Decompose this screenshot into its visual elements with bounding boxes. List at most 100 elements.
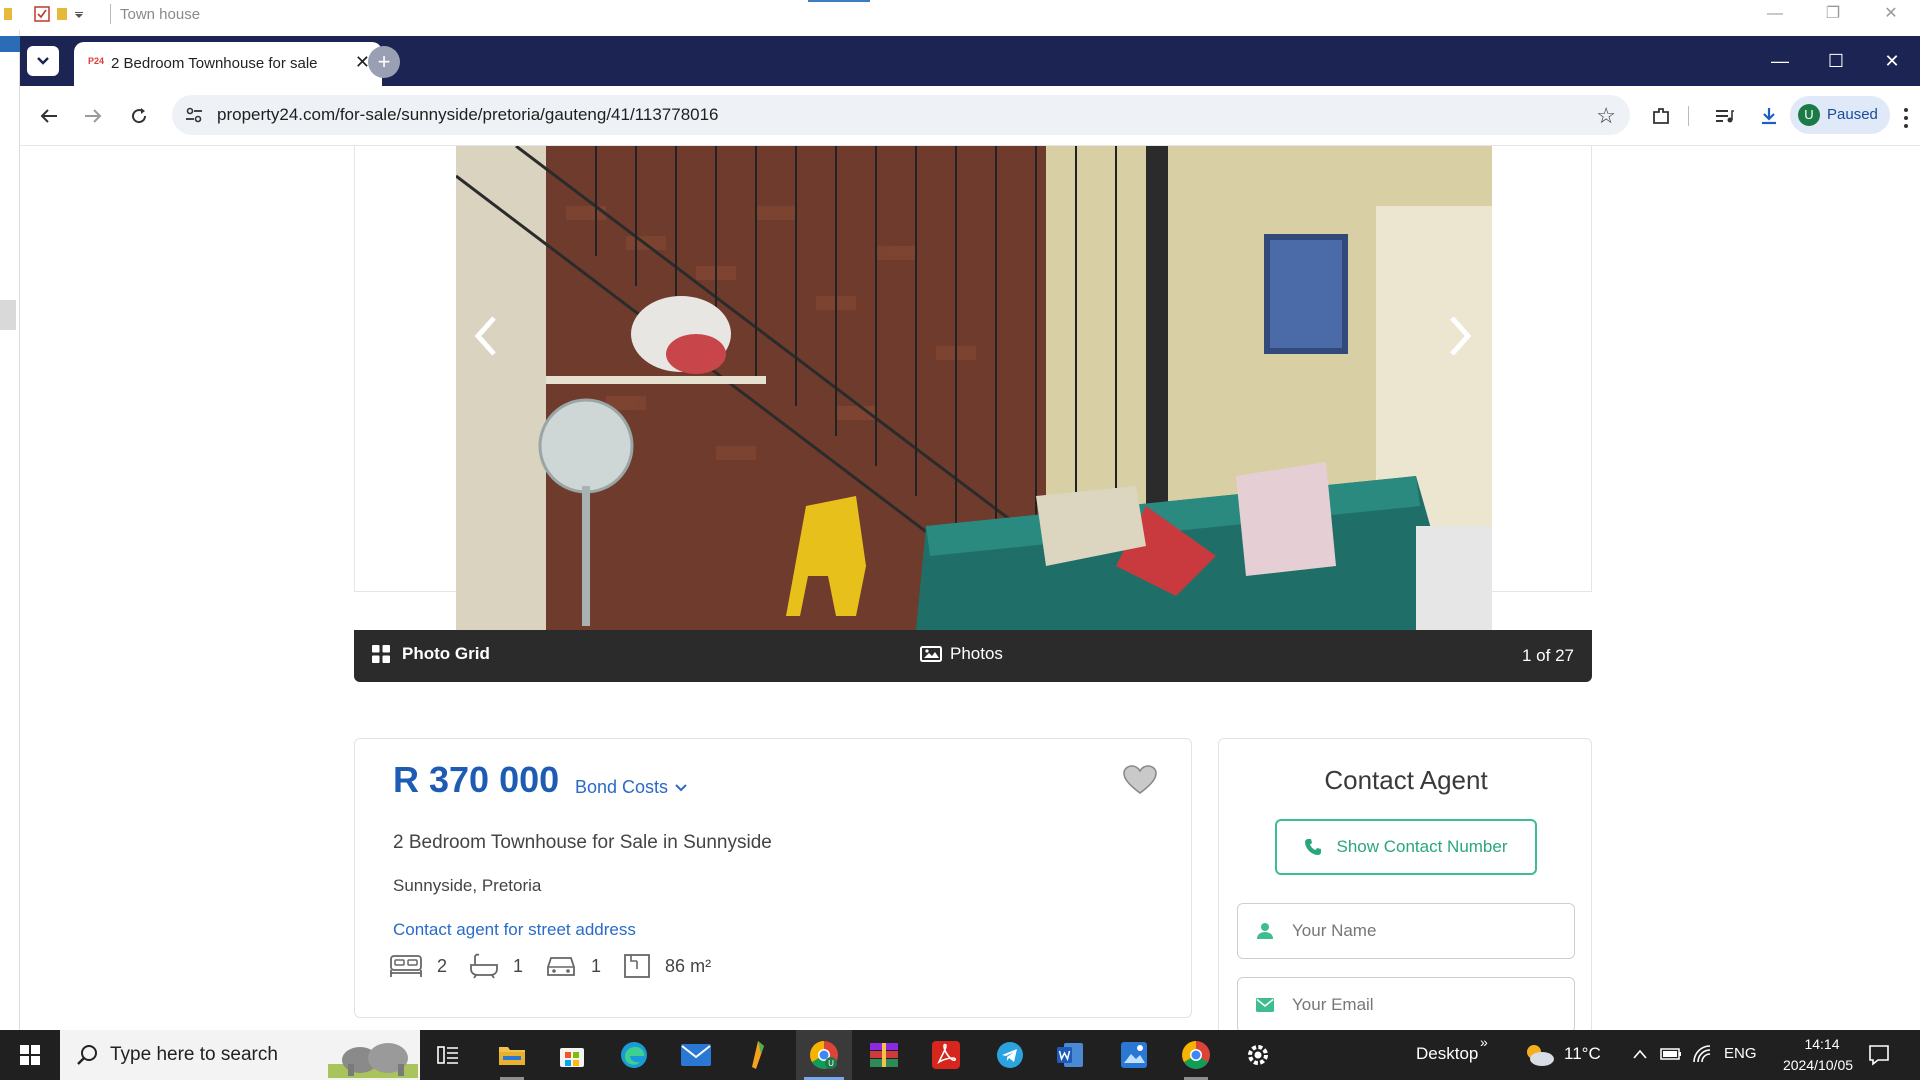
back-arrow-icon[interactable] xyxy=(34,101,64,131)
outer-minimize-button[interactable]: — xyxy=(1746,0,1804,30)
divider xyxy=(110,4,111,24)
bathrooms-feature: 1 xyxy=(469,953,523,979)
weather-temperature[interactable]: 11°C xyxy=(1564,1044,1601,1064)
url-text[interactable]: property24.com/for-sale/sunnyside/pretor… xyxy=(217,105,719,125)
floor-size: 86 m² xyxy=(665,955,712,976)
photo-counter: 1 of 27 xyxy=(1522,646,1574,665)
minimize-button[interactable]: — xyxy=(1752,36,1808,86)
wifi-icon[interactable] xyxy=(1692,1044,1712,1064)
gallery-toolbar: Photo Grid Photos 1 of 27 xyxy=(354,630,1592,682)
outer-close-button[interactable]: ✕ xyxy=(1862,0,1920,30)
pen-icon xyxy=(752,1041,764,1069)
quick-access-dropdown-icon[interactable] xyxy=(74,8,84,24)
street-address-link[interactable]: Contact agent for street address xyxy=(393,920,636,940)
taskbar-file-explorer[interactable] xyxy=(484,1030,540,1080)
taskbar-acrobat[interactable] xyxy=(918,1030,974,1080)
bed-icon xyxy=(390,955,422,977)
favourite-button[interactable] xyxy=(1123,765,1157,800)
previous-photo-button[interactable] xyxy=(466,306,506,366)
folder-icon[interactable] xyxy=(56,6,68,22)
notification-icon[interactable] xyxy=(1868,1044,1890,1066)
taskbar-settings[interactable] xyxy=(1230,1030,1286,1080)
desktop-toolbar-label[interactable]: Desktop xyxy=(1416,1044,1478,1064)
taskbar-winrar[interactable] xyxy=(856,1030,912,1080)
profile-button[interactable]: U Paused xyxy=(1790,96,1890,134)
reload-icon[interactable] xyxy=(124,101,154,131)
battery-icon[interactable] xyxy=(1660,1047,1682,1061)
gear-icon xyxy=(1248,1045,1268,1065)
outer-restore-button[interactable]: ❐ xyxy=(1804,0,1862,30)
next-photo-button[interactable] xyxy=(1440,306,1480,366)
taskbar-chrome-profile[interactable] xyxy=(1168,1030,1224,1080)
search-placeholder: Type here to search xyxy=(110,1044,278,1065)
browser-toolbar: property24.com/for-sale/sunnyside/pretor… xyxy=(20,86,1920,146)
name-field[interactable]: Your Name xyxy=(1237,903,1575,959)
listing-summary-card: R 370 000 Bond Costs 2 Bedroom Townhouse… xyxy=(354,738,1192,1018)
taskbar-microsoft-store[interactable] xyxy=(544,1030,600,1080)
taskbar-edge[interactable] xyxy=(606,1030,662,1080)
listing-location: Sunnyside, Pretoria xyxy=(393,876,542,895)
maximize-button[interactable]: ☐ xyxy=(1808,36,1864,86)
desktop-chevron-icon[interactable]: » xyxy=(1480,1034,1488,1050)
email-placeholder: Your Email xyxy=(1292,995,1374,1014)
taskbar-word[interactable] xyxy=(1042,1030,1098,1080)
chevron-right-icon xyxy=(1450,316,1472,356)
close-window-button[interactable]: ✕ xyxy=(1864,36,1920,86)
property24-favicon: P24 xyxy=(88,56,105,66)
download-icon[interactable] xyxy=(1754,101,1784,131)
address-bar[interactable]: property24.com/for-sale/sunnyside/pretor… xyxy=(172,95,1630,135)
bathrooms-count: 1 xyxy=(513,955,524,976)
heart-icon xyxy=(1123,765,1157,794)
weather-icon[interactable] xyxy=(1522,1042,1556,1068)
phone-icon xyxy=(1305,839,1322,855)
clock-date[interactable]: 2024/10/05 xyxy=(1768,1057,1868,1073)
checkbox-icon[interactable] xyxy=(34,6,50,22)
floor-size-feature: 86 m² xyxy=(623,953,711,979)
site-settings-icon[interactable] xyxy=(184,105,204,130)
browser-tab-active[interactable]: P24 2 Bedroom Townhouse for sale ✕ xyxy=(74,42,382,86)
living-room-photo xyxy=(456,146,1492,630)
bond-costs-dropdown[interactable]: Bond Costs xyxy=(575,777,688,798)
new-tab-button[interactable]: + xyxy=(368,46,400,78)
tab-search-button[interactable] xyxy=(27,46,59,76)
taskbar-pen-app[interactable] xyxy=(730,1030,786,1080)
bookmark-star-icon[interactable]: ☆ xyxy=(1596,103,1616,129)
photos-button[interactable]: Photos xyxy=(920,644,1003,664)
chevron-up-icon[interactable] xyxy=(1632,1048,1648,1060)
taskbar-photos[interactable] xyxy=(1106,1030,1162,1080)
chevron-left-icon xyxy=(474,316,496,356)
taskbar-telegram[interactable] xyxy=(982,1030,1038,1080)
taskbar-chrome-active[interactable]: U xyxy=(796,1030,852,1080)
telegram-icon xyxy=(997,1042,1023,1068)
parking-feature: 1 xyxy=(545,953,601,979)
profile-status: Paused xyxy=(1827,106,1878,123)
email-field[interactable]: Your Email xyxy=(1237,977,1575,1030)
folder-icon[interactable] xyxy=(4,6,14,22)
listing-photo[interactable] xyxy=(456,146,1492,630)
taskbar-search-box[interactable]: Type here to search xyxy=(60,1030,420,1080)
elephant-illustration-icon xyxy=(328,1043,418,1078)
show-contact-number-label: Show Contact Number xyxy=(1336,837,1508,856)
input-language[interactable]: ENG xyxy=(1724,1045,1757,1062)
floor-plan-icon xyxy=(624,954,650,978)
forward-arrow-icon[interactable] xyxy=(78,101,108,131)
listing-features: 2 1 1 86 m² xyxy=(389,953,733,979)
bedrooms-count: 2 xyxy=(437,955,448,976)
start-button[interactable] xyxy=(0,1030,60,1080)
user-icon xyxy=(1257,923,1273,939)
store-icon xyxy=(560,1048,584,1067)
browser-menu-icon[interactable] xyxy=(1904,108,1908,132)
chevron-down-icon xyxy=(37,57,49,65)
media-controls-icon[interactable] xyxy=(1710,101,1740,131)
show-contact-number-button[interactable]: Show Contact Number xyxy=(1275,819,1537,875)
task-view-button[interactable] xyxy=(420,1030,476,1080)
grid-icon xyxy=(372,645,390,663)
photo-grid-button[interactable]: Photo Grid xyxy=(372,644,490,664)
taskbar-mail[interactable] xyxy=(668,1030,724,1080)
extensions-icon[interactable] xyxy=(1646,101,1676,131)
tab-title: 2 Bedroom Townhouse for sale xyxy=(111,55,318,72)
photos-app-icon xyxy=(1121,1042,1147,1068)
clock-time[interactable]: 14:14 xyxy=(1790,1036,1854,1052)
bath-icon xyxy=(470,953,498,979)
contact-agent-title: Contact Agent xyxy=(1324,765,1488,795)
